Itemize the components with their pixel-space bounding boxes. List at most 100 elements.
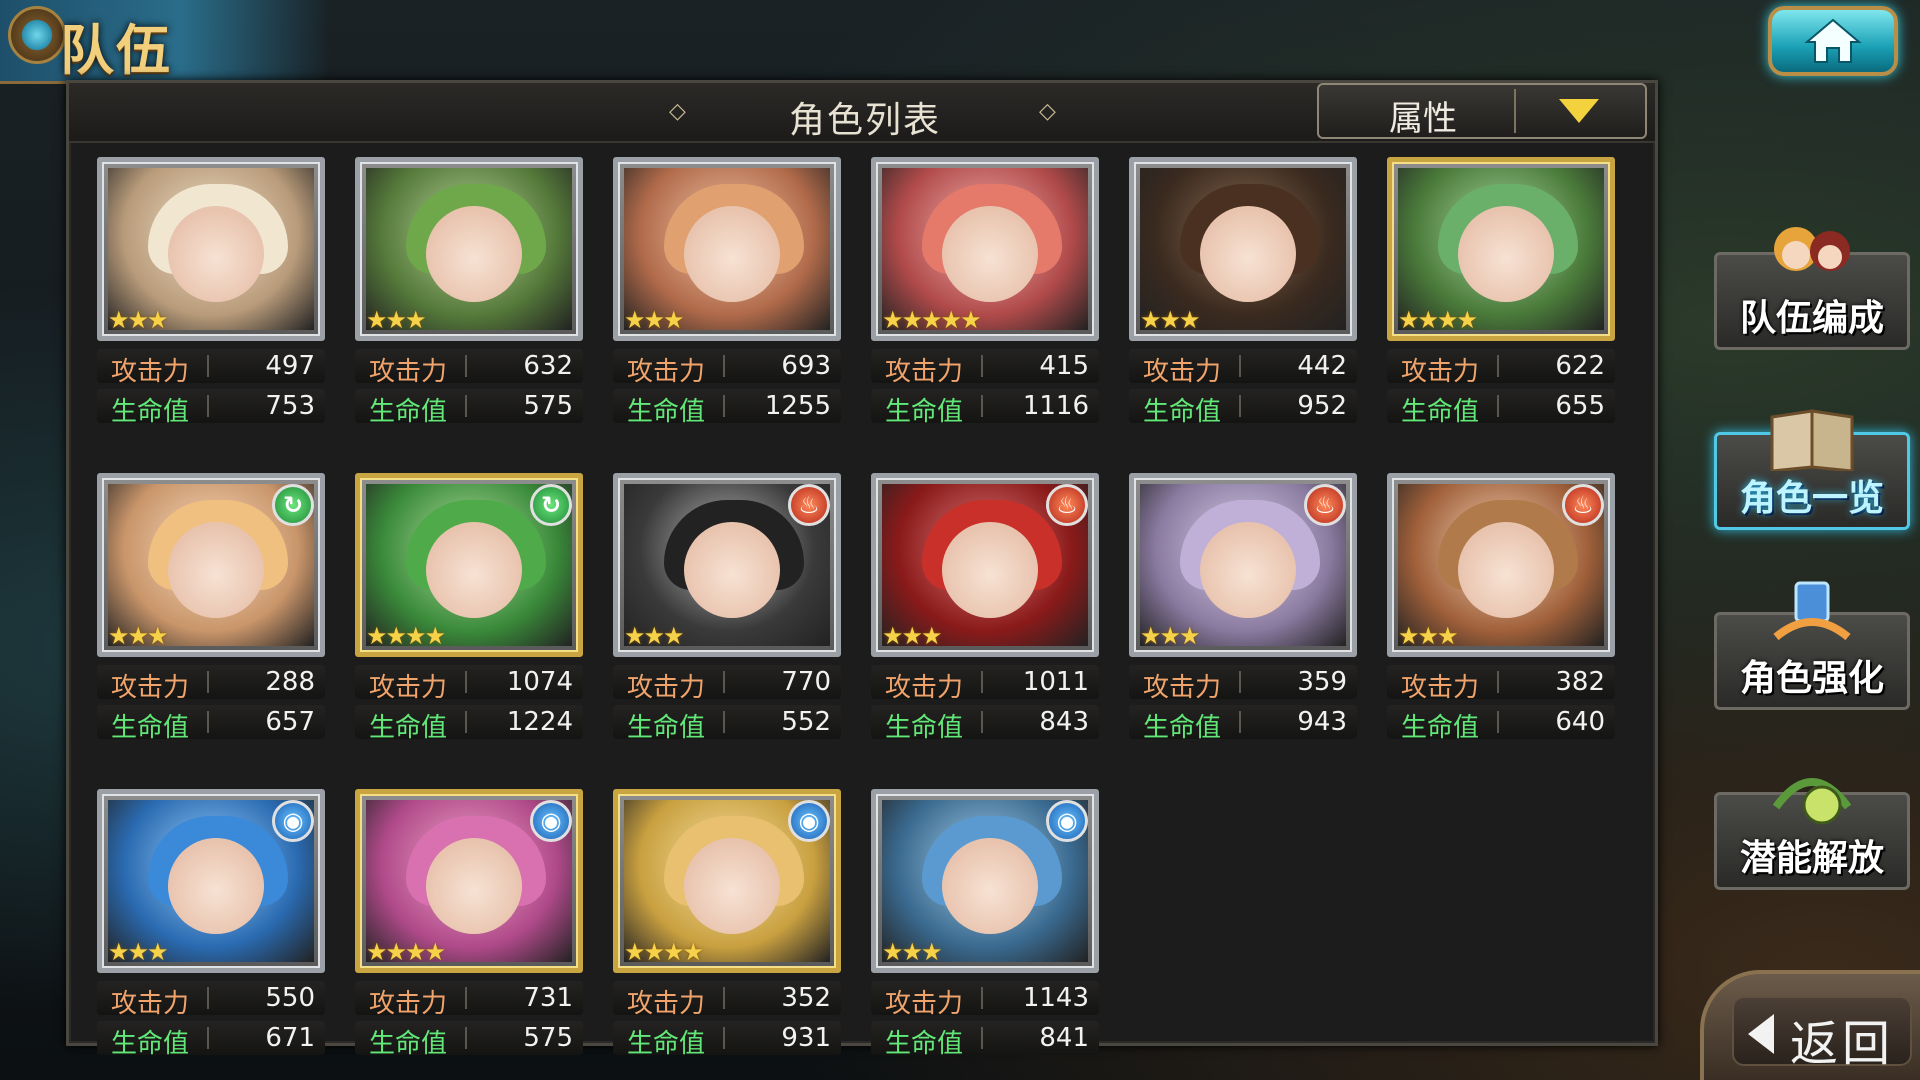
star-icon: ★: [147, 306, 168, 334]
attack-value: 770: [781, 667, 831, 697]
stat-divider: [207, 1027, 209, 1049]
star-icon: ★: [1417, 306, 1439, 334]
character-portrait[interactable]: ★★★★★: [871, 157, 1099, 341]
star-icon: ★: [385, 622, 407, 650]
filter-divider: [1514, 89, 1516, 133]
hp-value: 931: [781, 1023, 831, 1053]
character-face: [684, 206, 780, 302]
character-portrait[interactable]: ★★★★ ↻: [355, 473, 583, 657]
water-element-icon: ◉: [272, 800, 314, 842]
character-face: [942, 838, 1038, 934]
hp-stat-row: 生命值 552: [613, 705, 841, 743]
hp-label: 生命值: [1401, 397, 1480, 427]
hp-value: 843: [1039, 707, 1089, 737]
character-portrait[interactable]: ★★★★ ◉: [613, 789, 841, 973]
attack-label: 攻击力: [1401, 673, 1480, 703]
attack-stat-row: 攻击力 497: [97, 349, 325, 387]
character-card[interactable]: ★★★ ♨ 攻击力 770 生命值 552: [613, 473, 841, 755]
stat-divider: [465, 395, 467, 417]
star-icon: ★: [643, 622, 665, 650]
character-card[interactable]: ★★★ ◉ 攻击力 550 生命值 671: [97, 789, 325, 1071]
stat-divider: [981, 671, 983, 693]
attack-label: 攻击力: [1401, 357, 1480, 387]
character-card[interactable]: ★★★ ◉ 攻击力 1143 生命值 841: [871, 789, 1099, 1071]
home-icon: [1804, 18, 1862, 63]
rarity-stars: ★★★★: [624, 938, 704, 966]
character-portrait[interactable]: ★★★: [355, 157, 583, 341]
character-face: [426, 206, 522, 302]
stat-divider: [207, 671, 209, 693]
hp-value: 671: [265, 1023, 315, 1053]
back-button[interactable]: 返回: [1700, 970, 1920, 1080]
character-face: [1200, 206, 1296, 302]
star-icon: ★: [901, 622, 923, 650]
diamond-ornament-icon: ◇: [669, 99, 686, 124]
stat-divider: [207, 355, 209, 377]
hp-stat-row: 生命值 640: [1387, 705, 1615, 743]
character-card[interactable]: ★★★ ♨ 攻击力 1011 生命值 843: [871, 473, 1099, 755]
potential-unlock-button[interactable]: 潜能解放: [1714, 778, 1910, 890]
character-portrait[interactable]: ★★★: [97, 157, 325, 341]
star-icon: ★: [624, 938, 645, 966]
hp-value: 841: [1039, 1023, 1089, 1053]
character-portrait[interactable]: ★★★ ◉: [871, 789, 1099, 973]
stat-divider: [723, 711, 725, 733]
character-card[interactable]: ★★★★ ↻ 攻击力 1074 生命值 1224: [355, 473, 583, 755]
star-icon: ★: [1179, 622, 1200, 650]
hp-value: 952: [1297, 391, 1347, 421]
hp-value: 1116: [1022, 391, 1089, 421]
star-icon: ★: [624, 306, 645, 334]
character-card[interactable]: ★★★★ ◉ 攻击力 731 生命值 575: [355, 789, 583, 1071]
star-icon: ★: [127, 306, 149, 334]
team-portraits-icon: [1774, 227, 1850, 271]
rarity-stars: ★★★: [1398, 622, 1458, 650]
character-portrait[interactable]: ★★★ ↻: [97, 473, 325, 657]
star-icon: ★: [1179, 306, 1200, 334]
character-enhance-button[interactable]: 角色强化: [1714, 581, 1910, 710]
character-card[interactable]: ★★★ 攻击力 693 生命值 1255: [613, 157, 841, 439]
attack-stat-row: 攻击力 770: [613, 665, 841, 703]
rarity-stars: ★★★: [624, 622, 684, 650]
team-formation-button[interactable]: 队伍编成: [1714, 227, 1910, 350]
character-portrait[interactable]: ★★★ ◉: [97, 789, 325, 973]
fire-element-icon: ♨: [788, 484, 830, 526]
character-card[interactable]: ★★★ ♨ 攻击力 382 生命值 640: [1387, 473, 1615, 755]
hp-stat-row: 生命值 843: [871, 705, 1099, 743]
stat-divider: [723, 671, 725, 693]
character-portrait[interactable]: ★★★ ♨: [1387, 473, 1615, 657]
character-card[interactable]: ★★★★ 攻击力 622 生命值 655: [1387, 157, 1615, 439]
character-portrait[interactable]: ★★★ ♨: [613, 473, 841, 657]
attack-stat-row: 攻击力 1011: [871, 665, 1099, 703]
character-portrait[interactable]: ★★★★: [1387, 157, 1615, 341]
character-portrait[interactable]: ★★★ ♨: [871, 473, 1099, 657]
attack-value: 359: [1297, 667, 1347, 697]
character-overview-button[interactable]: 角色一览: [1714, 409, 1910, 530]
character-card[interactable]: ★★★ 攻击力 497 生命值 753: [97, 157, 325, 439]
character-portrait[interactable]: ★★★ ♨: [1129, 473, 1357, 657]
character-portrait[interactable]: ★★★★ ◉: [355, 789, 583, 973]
rarity-stars: ★★★: [1140, 622, 1200, 650]
star-icon: ★: [1437, 306, 1458, 334]
hp-stat-row: 生命值 671: [97, 1021, 325, 1059]
character-card[interactable]: ★★★★ ◉ 攻击力 352 生命值 931: [613, 789, 841, 1071]
character-card[interactable]: ★★★ 攻击力 442 生命值 952: [1129, 157, 1357, 439]
book-icon: [1770, 409, 1854, 471]
hp-value: 1255: [764, 391, 831, 421]
home-button[interactable]: [1768, 6, 1898, 76]
attack-stat-row: 攻击力 1074: [355, 665, 583, 703]
character-card[interactable]: ★★★ ♨ 攻击力 359 生命值 943: [1129, 473, 1357, 755]
character-card[interactable]: ★★★ 攻击力 632 生命值 575: [355, 157, 583, 439]
character-card[interactable]: ★★★★★ 攻击力 415 生命值 1116: [871, 157, 1099, 439]
character-card[interactable]: ★★★ ↻ 攻击力 288 生命值 657: [97, 473, 325, 755]
hp-value: 1224: [506, 707, 573, 737]
attack-label: 攻击力: [627, 357, 706, 387]
hp-stat-row: 生命值 655: [1387, 389, 1615, 427]
dropdown-arrow-icon[interactable]: [1559, 99, 1599, 123]
star-icon: ★: [1140, 306, 1161, 334]
attack-stat-row: 攻击力 352: [613, 981, 841, 1019]
stat-divider: [207, 987, 209, 1009]
attack-value: 731: [523, 983, 573, 1013]
attribute-filter-dropdown[interactable]: 属性: [1317, 83, 1647, 139]
character-portrait[interactable]: ★★★: [613, 157, 841, 341]
character-portrait[interactable]: ★★★: [1129, 157, 1357, 341]
